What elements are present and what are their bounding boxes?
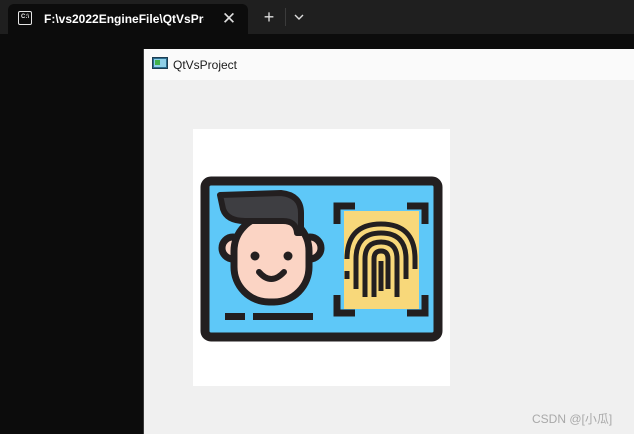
plus-icon[interactable]: + xyxy=(258,6,280,28)
console-icon: C:\ xyxy=(18,11,32,25)
qt-window: QtVsProject xyxy=(143,49,634,434)
window-title: QtVsProject xyxy=(173,58,238,72)
qt-titlebar[interactable]: QtVsProject xyxy=(144,49,634,80)
tab-title: F:\vs2022EngineFile\QtVsProject\x64\Debu… xyxy=(44,12,204,26)
tab-divider xyxy=(285,8,286,26)
qt-app-icon xyxy=(152,57,168,69)
chevron-down-icon[interactable] xyxy=(290,6,308,28)
watermark: CSDN @[小瓜] xyxy=(532,412,613,426)
id-card-illustration xyxy=(200,176,443,342)
image-panel xyxy=(193,129,450,386)
terminal-tab-bar: C:\ F:\vs2022EngineFile\QtVsProject\x64\… xyxy=(0,0,634,34)
close-icon[interactable]: ✕ xyxy=(218,8,240,30)
terminal-tab[interactable]: C:\ F:\vs2022EngineFile\QtVsProject\x64\… xyxy=(8,4,248,34)
